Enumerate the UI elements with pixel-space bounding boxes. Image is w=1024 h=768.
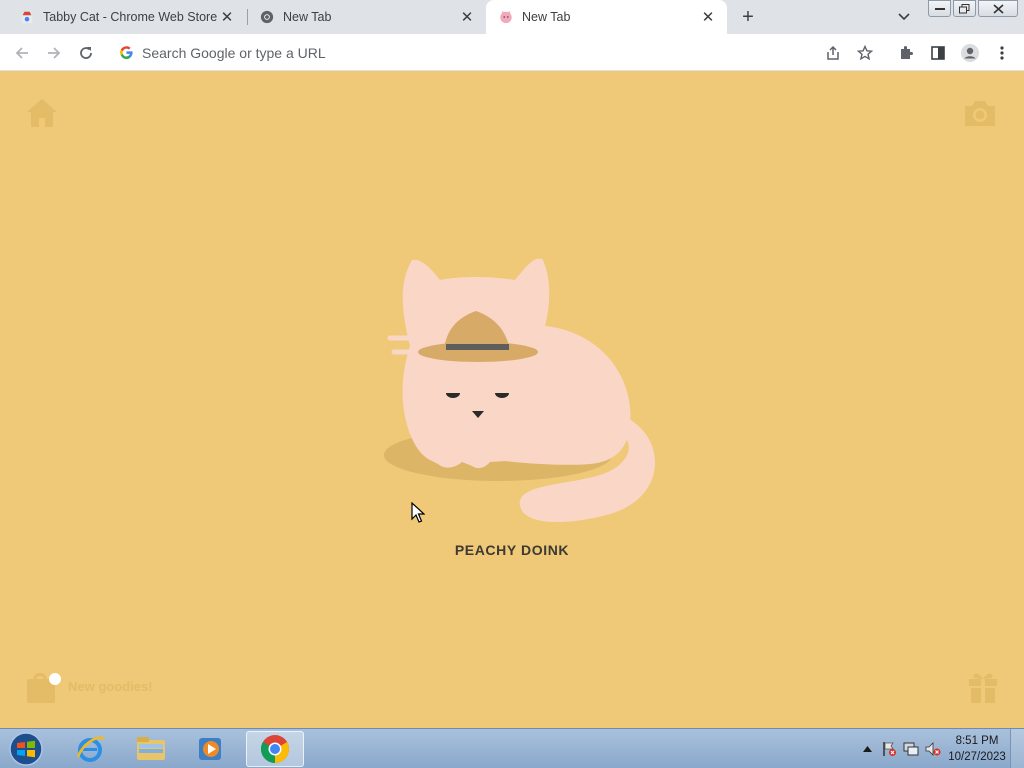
avatar-icon xyxy=(961,44,979,62)
tab-webstore[interactable]: Tabby Cat - Chrome Web Store ✕ xyxy=(0,0,246,34)
system-tray: 8:51 PM 10/27/2023 xyxy=(856,729,1024,768)
speaker-muted-icon xyxy=(925,742,941,756)
chrome-icon xyxy=(261,735,289,763)
chevron-up-icon xyxy=(862,746,872,752)
share-icon xyxy=(827,45,839,60)
new-tab-button[interactable]: + xyxy=(737,6,759,28)
windows-taskbar: 8:51 PM 10/27/2023 xyxy=(0,728,1024,768)
window-controls xyxy=(928,0,1020,17)
back-arrow-icon xyxy=(15,47,28,59)
close-tab-icon[interactable]: ✕ xyxy=(699,8,717,26)
forward-button[interactable] xyxy=(42,41,66,65)
taskbar-file-explorer[interactable] xyxy=(125,731,177,767)
reload-icon xyxy=(80,47,92,59)
home-icon[interactable] xyxy=(25,96,59,130)
camera-icon[interactable] xyxy=(962,97,998,129)
mouse-cursor-icon xyxy=(411,502,425,523)
network-icon xyxy=(903,742,919,756)
cat-name: PEACHY DOINK xyxy=(454,542,570,558)
tab-title: New Tab xyxy=(522,10,571,24)
internet-explorer-icon xyxy=(76,736,105,762)
tab-strip: Tabby Cat - Chrome Web Store ✕ New Tab ✕… xyxy=(0,0,1024,34)
gift-icon[interactable] xyxy=(966,669,1000,705)
tabby-cat-icon xyxy=(500,10,512,24)
action-center-tray-button[interactable] xyxy=(878,738,900,760)
taskbar-media-player[interactable] xyxy=(185,731,237,767)
close-tab-icon[interactable]: ✕ xyxy=(458,8,476,26)
folder-icon xyxy=(137,737,165,760)
webstore-icon xyxy=(21,11,33,24)
notification-dot-icon xyxy=(49,673,61,685)
extensions-button[interactable] xyxy=(895,42,917,64)
back-button[interactable] xyxy=(10,41,34,65)
forward-arrow-icon xyxy=(48,47,61,59)
tab-new-tab-active[interactable]: New Tab ✕ xyxy=(486,0,727,34)
flag-alert-icon xyxy=(883,742,896,756)
show-hidden-icons-button[interactable] xyxy=(856,738,878,760)
new-goodies-link[interactable]: New goodies! xyxy=(68,679,153,694)
volume-tray-button[interactable] xyxy=(922,738,944,760)
clock-date: 10/27/2023 xyxy=(948,751,1006,763)
menu-button[interactable] xyxy=(991,42,1013,64)
address-bar-placeholder: Search Google or type a URL xyxy=(142,45,326,61)
network-tray-button[interactable] xyxy=(900,738,922,760)
tab-search-chevron-icon[interactable] xyxy=(895,8,913,26)
media-player-icon xyxy=(199,738,221,760)
browser-toolbar: Search Google or type a URL xyxy=(0,34,1024,71)
show-desktop-button[interactable] xyxy=(1010,729,1024,768)
restore-button[interactable] xyxy=(953,0,976,17)
taskbar-internet-explorer[interactable] xyxy=(64,731,116,767)
tab-new-tab[interactable]: New Tab ✕ xyxy=(248,0,486,34)
tab-title: New Tab xyxy=(283,10,332,24)
google-g-icon xyxy=(120,46,133,60)
cat-illustration[interactable] xyxy=(380,236,680,536)
address-bar[interactable]: Search Google or type a URL xyxy=(108,38,883,67)
share-button[interactable] xyxy=(822,42,844,64)
tab-title: Tabby Cat - Chrome Web Store xyxy=(43,10,218,24)
start-button[interactable] xyxy=(6,731,46,767)
puzzle-icon xyxy=(901,46,913,59)
side-panel-icon xyxy=(931,46,945,60)
chrome-icon xyxy=(260,10,274,24)
close-window-button[interactable] xyxy=(978,0,1018,17)
bookmark-button[interactable] xyxy=(854,42,876,64)
minimize-button[interactable] xyxy=(928,0,951,17)
close-tab-icon[interactable]: ✕ xyxy=(218,8,236,26)
tabby-cat-page: PEACHY DOINK New goodies! xyxy=(0,71,1024,728)
profile-button[interactable] xyxy=(959,42,981,64)
taskbar-clock[interactable]: 8:51 PM 10/27/2023 xyxy=(944,733,1010,765)
taskbar-chrome[interactable] xyxy=(246,731,304,767)
cat-body xyxy=(402,258,631,469)
cat-whiskers xyxy=(387,335,413,355)
shopping-bag-icon[interactable] xyxy=(25,669,63,705)
reload-button[interactable] xyxy=(74,41,98,65)
clock-time: 8:51 PM xyxy=(955,735,999,747)
kebab-menu-icon xyxy=(1000,46,1004,60)
side-panel-button[interactable] xyxy=(927,42,949,64)
star-icon xyxy=(857,45,873,61)
